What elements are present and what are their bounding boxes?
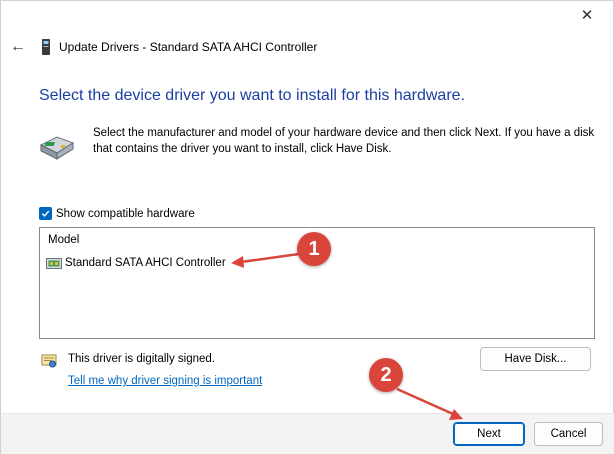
close-button[interactable]: ✕ xyxy=(575,5,599,25)
device-manager-icon xyxy=(42,39,50,55)
intro-text: Select the manufacturer and model of you… xyxy=(93,127,595,155)
show-compatible-checkbox[interactable] xyxy=(39,207,52,220)
back-button[interactable]: ← xyxy=(9,38,27,56)
cancel-button[interactable]: Cancel xyxy=(534,422,603,446)
driver-signing-link[interactable]: Tell me why driver signing is important xyxy=(68,375,262,387)
page-heading: Select the device driver you want to ins… xyxy=(39,87,465,104)
show-compatible-label: Show compatible hardware xyxy=(56,207,195,220)
list-item[interactable]: Standard SATA AHCI Controller xyxy=(46,254,230,272)
list-column-header: Model xyxy=(48,234,80,246)
certificate-icon xyxy=(41,354,57,368)
back-arrow-icon: ← xyxy=(10,38,26,55)
show-compatible-hardware[interactable]: Show compatible hardware xyxy=(39,207,195,220)
checkmark-icon xyxy=(41,210,50,217)
title-bar: ← Update Drivers - Standard SATA AHCI Co… xyxy=(9,37,317,57)
close-icon: ✕ xyxy=(580,7,594,24)
update-drivers-window: ✕ ← Update Drivers - Standard SATA AHCI … xyxy=(0,0,614,454)
step-badge-1: 1 xyxy=(297,232,331,266)
hardware-device-icon xyxy=(39,136,75,160)
list-item-label: Standard SATA AHCI Controller xyxy=(65,257,226,269)
annotation-arrow-2 xyxy=(396,387,454,416)
have-disk-button[interactable]: Have Disk... xyxy=(480,347,591,371)
driver-signed-text: This driver is digitally signed. xyxy=(68,353,216,365)
next-button[interactable]: Next xyxy=(453,422,525,446)
window-title: Update Drivers - Standard SATA AHCI Cont… xyxy=(59,40,318,54)
controller-icon xyxy=(46,257,62,269)
step-badge-2: 2 xyxy=(369,358,403,392)
